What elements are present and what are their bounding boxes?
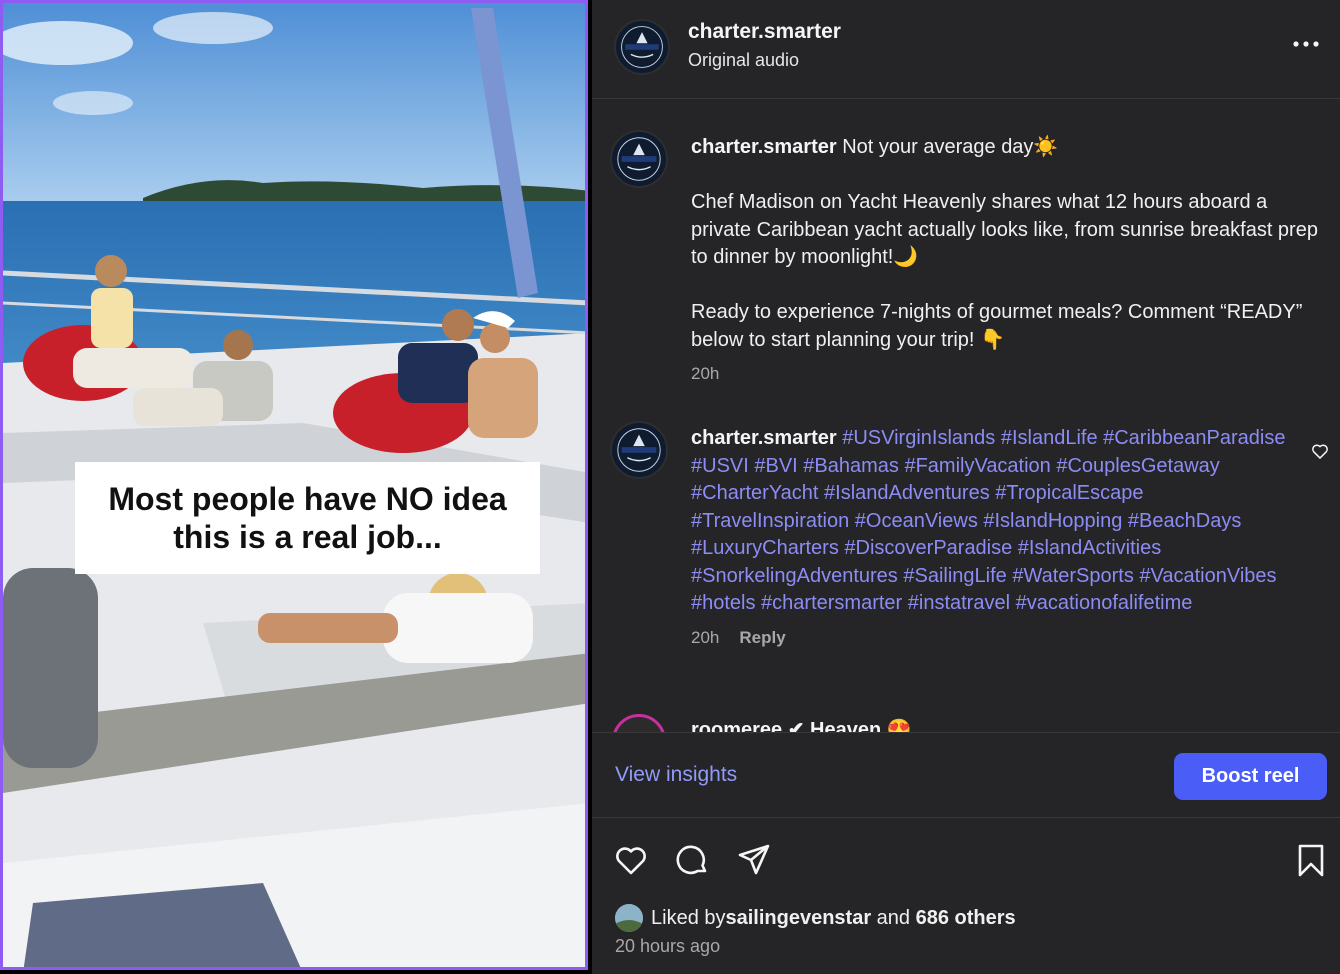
likes-middle: and	[871, 906, 916, 929]
charter-smarter-logo	[616, 21, 668, 73]
comment-body: charter.smarter #USVirginIslands #Island…	[691, 425, 1291, 651]
comment-time: 20h	[691, 627, 720, 647]
commenter-avatar[interactable]	[612, 714, 666, 732]
post-timestamp: 20 hours ago	[615, 936, 721, 956]
caption-time: 20h	[691, 364, 720, 383]
comment-item-partial: roomeree ✔ Heaven 😍	[592, 711, 1340, 732]
reel-media[interactable]: Most people have NO idea this is a real …	[0, 0, 588, 970]
comment-hashtags[interactable]: #USVirginIslands #IslandLife #CaribbeanP…	[691, 427, 1285, 614]
caption-text: Not your average day☀️ Chef Madison on Y…	[691, 136, 1318, 351]
share-icon[interactable]	[736, 842, 772, 878]
save-bookmark-icon[interactable]	[1293, 842, 1329, 878]
like-heart-icon[interactable]	[613, 842, 649, 878]
comment-icon[interactable]	[675, 842, 711, 878]
audio-label[interactable]: Original audio	[688, 50, 799, 71]
likes-summary: Liked by sailingevenstar and 686 others	[615, 903, 1016, 933]
post-header: charter.smarter Original audio	[592, 0, 1340, 99]
charter-smarter-logo	[612, 423, 666, 477]
account-username[interactable]: charter.smarter	[688, 20, 841, 44]
reel-text-overlay: Most people have NO idea this is a real …	[75, 462, 540, 574]
reel-details-panel: charter.smarter Original audio charter.s…	[592, 0, 1340, 974]
likes-count[interactable]: 686 others	[916, 907, 1016, 930]
comments-list[interactable]: charter.smarter Not your average day☀️ C…	[592, 99, 1340, 732]
account-avatar[interactable]	[614, 19, 670, 75]
view-insights-link[interactable]: View insights	[615, 763, 737, 787]
reply-button[interactable]: Reply	[739, 628, 785, 647]
liker-avatar[interactable]	[615, 904, 643, 932]
partial-comment-text: roomeree ✔ Heaven 😍	[691, 719, 912, 732]
liker-username[interactable]: sailingevenstar	[726, 907, 872, 930]
comment-username[interactable]: charter.smarter	[691, 427, 837, 449]
caption-avatar[interactable]	[610, 130, 668, 188]
comment-avatar[interactable]	[610, 421, 668, 479]
caption-meta: 20h	[691, 360, 1331, 388]
likes-prefix: Liked by	[651, 906, 726, 929]
caption-body: charter.smarter Not your average day☀️ C…	[691, 134, 1331, 388]
insights-bar: View insights Boost reel	[592, 732, 1340, 818]
boost-reel-button[interactable]: Boost reel	[1174, 753, 1327, 800]
like-comment-icon[interactable]	[1310, 441, 1330, 461]
more-options-icon[interactable]	[1292, 32, 1320, 56]
caption-username[interactable]: charter.smarter	[691, 136, 837, 158]
comment-meta: 20h Reply	[691, 624, 1291, 652]
charter-smarter-logo	[612, 132, 666, 186]
